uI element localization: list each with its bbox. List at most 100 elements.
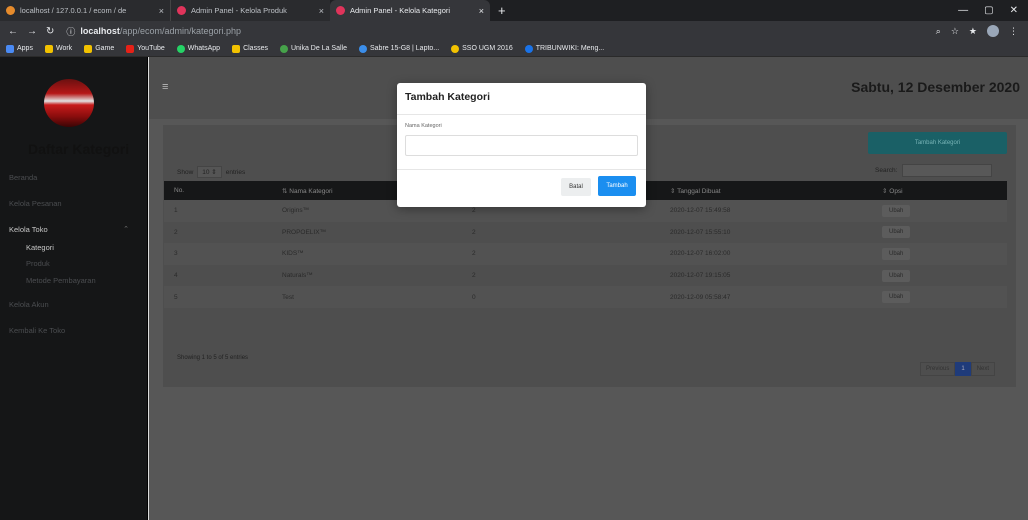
university-icon <box>279 44 288 53</box>
profile-avatar[interactable] <box>987 25 999 37</box>
extensions-icon[interactable]: ★ <box>969 26 977 37</box>
new-tab-button[interactable]: + <box>490 0 514 21</box>
tab-label: localhost / 127.0.0.1 / ecom / de <box>20 6 127 15</box>
table-search: Search: <box>875 164 993 177</box>
bookmark-classes[interactable]: Classes <box>232 44 268 53</box>
bookmark-apps[interactable]: Apps <box>6 44 33 53</box>
column-label: Opsi <box>889 187 903 195</box>
column-header-no[interactable]: No. <box>164 181 272 200</box>
info-icon[interactable]: ⓘ <box>66 25 75 38</box>
show-label: Show <box>177 168 194 176</box>
bookmark-label: TRIBUNWIKI: Meng... <box>535 45 605 52</box>
close-tab-icon[interactable]: × <box>159 6 164 16</box>
modal-divider <box>397 169 646 170</box>
sidebar-item-kategori[interactable]: Kategori <box>0 243 148 252</box>
browser-tab-strip: localhost / 127.0.0.1 / ecom / de × Admi… <box>0 0 1028 21</box>
search-input[interactable] <box>902 164 993 177</box>
column-header-opsi[interactable]: ⇕ Opsi <box>872 181 1007 200</box>
edit-button[interactable]: Ubah <box>882 226 911 239</box>
close-tab-icon[interactable]: × <box>479 6 484 16</box>
cell-nama: Naturals™ <box>272 264 462 287</box>
bookmark-label: WhatsApp <box>187 45 221 52</box>
pagination-next[interactable]: Next <box>970 362 996 376</box>
entries-label: entries <box>225 168 246 176</box>
edit-button[interactable]: Ubah <box>882 204 911 217</box>
menu-kebab-icon[interactable]: ⋮ <box>1009 26 1018 37</box>
zoom-icon[interactable]: ⌕ <box>936 26 941 37</box>
submit-button[interactable]: Tambah <box>598 176 636 196</box>
column-header-tanggal[interactable]: ⇕ Tanggal Dibuat <box>660 181 872 200</box>
sidebar-item-kelola-pesanan[interactable]: Kelola Pesanan <box>9 199 62 208</box>
edit-button[interactable]: Ubah <box>882 247 911 260</box>
cell-opsi: Ubah <box>872 243 1007 265</box>
bookmark-whatsapp[interactable]: WhatsApp <box>176 44 221 53</box>
bookmark-unika[interactable]: Unika De La Salle <box>279 44 347 53</box>
cancel-button[interactable]: Batal <box>561 178 591 196</box>
cell-nama: KIDS™ <box>272 243 462 265</box>
cell-nama: PROPOELIX™ <box>272 221 462 244</box>
pagination-previous[interactable]: Previous <box>920 362 956 376</box>
tab-kelola-kategori[interactable]: Admin Panel - Kelola Kategori × <box>330 0 490 21</box>
bookmark-sabre[interactable]: Sabre 15-G8 | Lapto... <box>359 44 440 53</box>
close-window-icon[interactable]: ✕ <box>1010 5 1018 16</box>
entries-select[interactable]: 10 ⇕ <box>197 166 222 178</box>
add-category-button[interactable]: Tambah Kategori <box>868 132 1007 154</box>
tab-kelola-produk[interactable]: Admin Panel - Kelola Produk × <box>170 0 330 21</box>
pagination-page-1[interactable]: 1 <box>955 362 971 376</box>
category-name-input[interactable] <box>405 135 638 156</box>
close-tab-icon[interactable]: × <box>319 6 324 16</box>
pagination: Previous 1 Next <box>920 362 996 376</box>
bookmark-label: Apps <box>17 45 33 52</box>
whatsapp-icon <box>176 44 185 53</box>
google-icon <box>359 44 367 53</box>
bookmark-work[interactable]: Work <box>44 44 72 53</box>
sidebar-item-produk[interactable]: Produk <box>0 259 148 268</box>
apps-grid-icon <box>6 44 14 53</box>
url-host: localhost <box>80 26 120 36</box>
back-icon[interactable]: ← <box>8 26 18 37</box>
cell-no: 1 <box>164 200 272 222</box>
bookmark-label: Sabre 15-G8 | Lapto... <box>370 45 440 52</box>
maximize-icon[interactable]: ▢ <box>984 5 993 16</box>
forward-icon[interactable]: → <box>27 26 37 37</box>
bookmark-game[interactable]: Game <box>84 44 114 53</box>
reload-icon[interactable]: ↻ <box>46 26 54 37</box>
bookmark-label: YouTube <box>137 45 165 52</box>
cell-no: 2 <box>164 221 272 244</box>
cell-no: 4 <box>164 264 272 287</box>
sidebar-item-kembali-ke-toko[interactable]: Kembali Ke Toko <box>9 326 65 335</box>
table-row: 5 Test 0 2020-12-09 05:58:47 Ubah <box>164 286 1007 308</box>
tab-phpmyadmin[interactable]: localhost / 127.0.0.1 / ecom / de × <box>0 0 170 21</box>
edit-button[interactable]: Ubah <box>882 269 911 282</box>
entries-value: 10 <box>202 169 210 176</box>
edit-button[interactable]: Ubah <box>882 291 911 304</box>
bookmark-star-icon[interactable]: ☆ <box>951 26 959 37</box>
cell-jumlah: 2 <box>462 264 660 287</box>
cell-jumlah: 2 <box>462 221 660 244</box>
sidebar-item-beranda[interactable]: Beranda <box>9 173 37 182</box>
sidebar-item-metode-pembayaran[interactable]: Metode Pembayaran <box>0 276 148 285</box>
folder-icon <box>44 44 53 53</box>
url-field[interactable]: ⓘ localhost/app/ecom/admin/kategori.php <box>66 25 241 38</box>
cell-tanggal: 2020-12-09 05:58:47 <box>660 286 872 308</box>
ugm-icon <box>451 44 460 53</box>
table-row: 2 PROPOELIX™ 2 2020-12-07 15:55:10 Ubah <box>164 221 1007 244</box>
brand-logo <box>44 79 94 127</box>
bookmark-sso-ugm[interactable]: SSO UGM 2016 <box>451 44 513 53</box>
bookmark-tribunwiki[interactable]: TRIBUNWIKI: Meng... <box>524 44 605 53</box>
tab-label: Admin Panel - Kelola Produk <box>191 6 287 15</box>
modal-divider <box>397 114 646 115</box>
cell-opsi: Ubah <box>872 264 1007 287</box>
bookmark-youtube[interactable]: YouTube <box>126 44 165 53</box>
chevron-up-icon[interactable]: ⌃ <box>123 225 129 233</box>
bookmark-label: Unika De La Salle <box>290 45 347 52</box>
minimize-icon[interactable]: — <box>958 5 968 16</box>
tribunwiki-icon <box>524 44 533 53</box>
add-category-modal: Tambah Kategori Nama Kategori Batal Tamb… <box>397 83 646 207</box>
classroom-icon <box>232 44 241 53</box>
sidebar-item-kelola-toko[interactable]: Kelola Toko <box>9 225 48 234</box>
sidebar-item-kelola-akun[interactable]: Kelola Akun <box>9 300 49 309</box>
address-bar-row: ← → ↻ ⓘ localhost/app/ecom/admin/kategor… <box>0 21 1028 41</box>
hamburger-menu-icon[interactable]: ≡ <box>162 81 168 93</box>
cell-opsi: Ubah <box>872 221 1007 244</box>
